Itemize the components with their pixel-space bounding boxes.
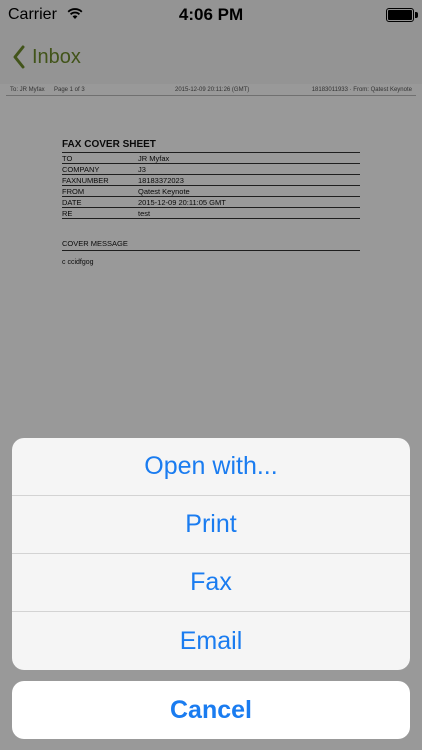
- print-button[interactable]: Print: [12, 496, 410, 554]
- fax-button[interactable]: Fax: [12, 554, 410, 612]
- cancel-button[interactable]: Cancel: [12, 681, 410, 739]
- open-with-button[interactable]: Open with...: [12, 438, 410, 496]
- action-sheet: Open with... Print Fax Email: [12, 438, 410, 670]
- screen: Carrier 4:06 PM Inbox To: JR Myfax Page …: [0, 0, 422, 750]
- email-button[interactable]: Email: [12, 612, 410, 670]
